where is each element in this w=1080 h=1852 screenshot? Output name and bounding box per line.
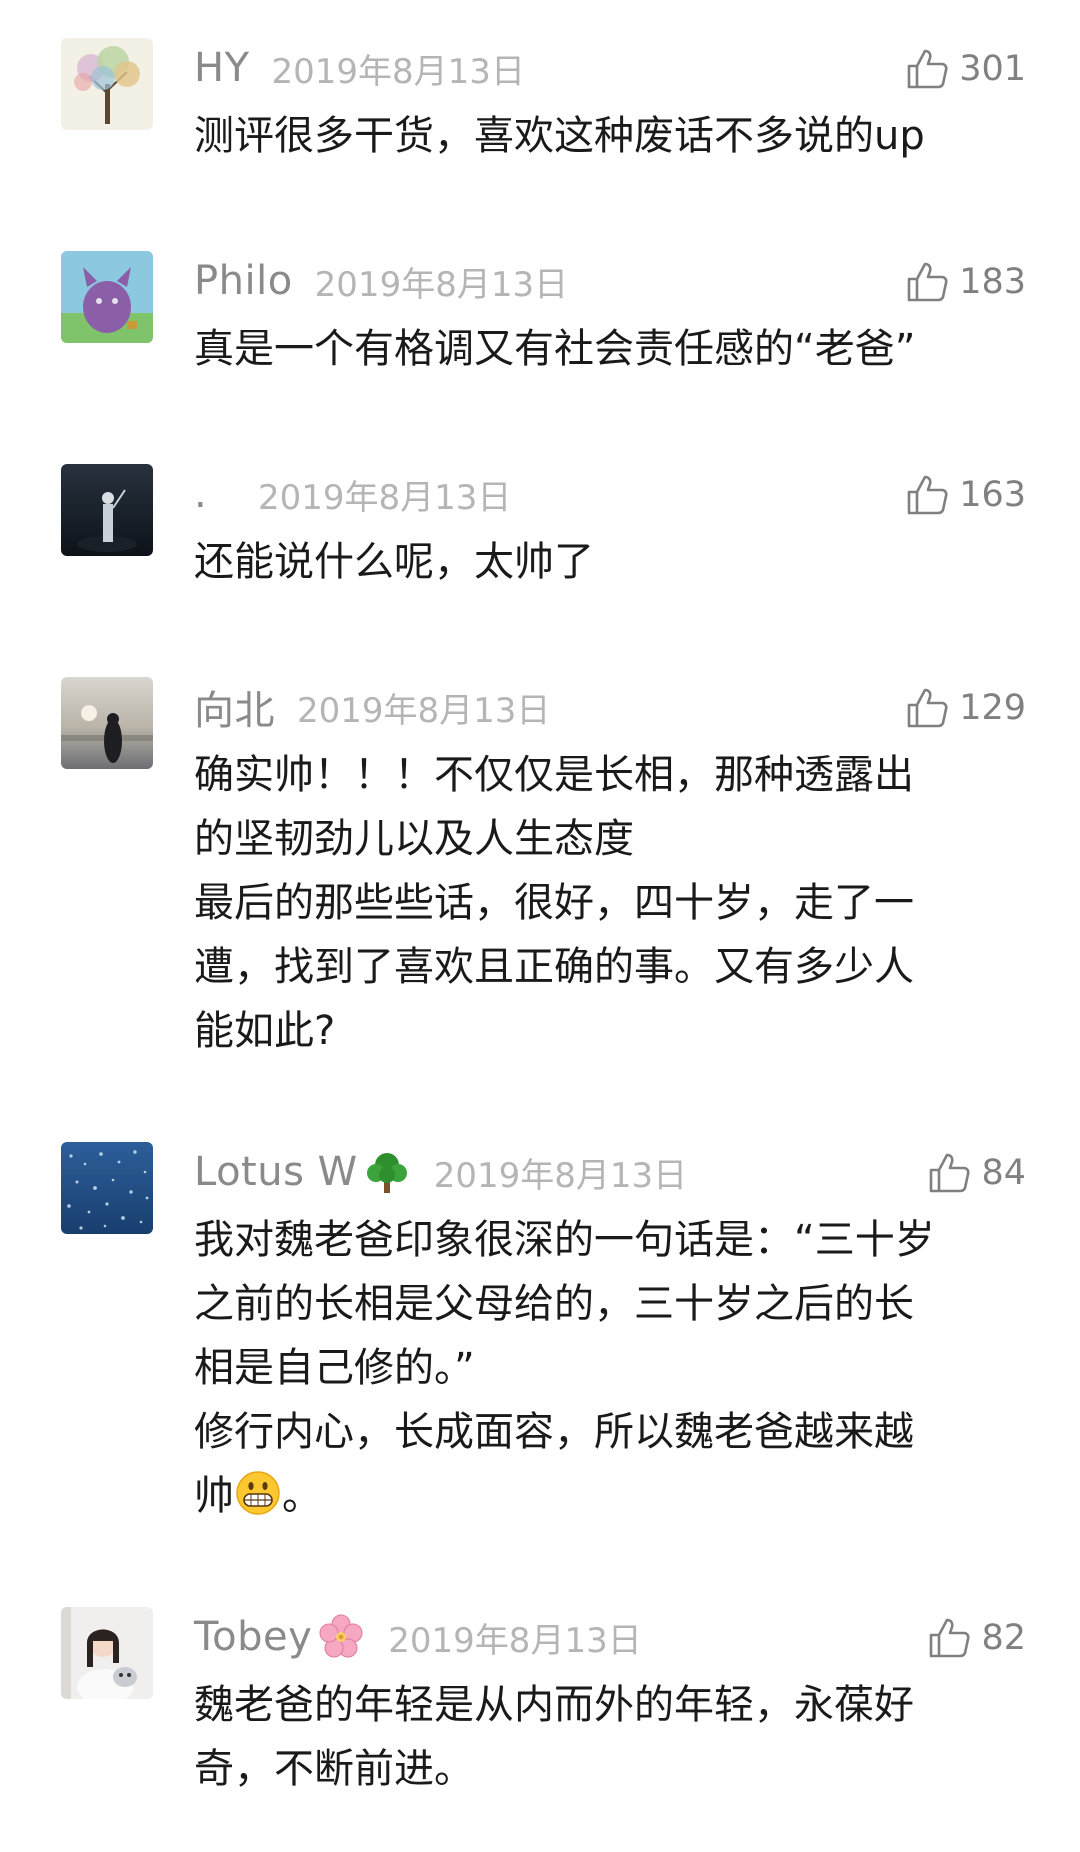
like-count: 183 <box>959 262 1026 302</box>
comment-date: 2019年8月13日 <box>297 690 551 731</box>
comment-line: 修行内心，长成面容，所以魏老爸越来越 <box>194 1409 914 1455</box>
comment-line: 遭，找到了喜欢且正确的事。又有多少人 <box>194 944 914 990</box>
like-count: 82 <box>981 1618 1026 1658</box>
avatar[interactable] <box>61 1142 153 1234</box>
like-button[interactable]: 82 <box>927 1613 1026 1663</box>
comment-line: 相是自己修的。” <box>194 1345 475 1391</box>
avatar[interactable] <box>61 38 153 130</box>
thumbs-up-icon <box>905 47 949 91</box>
comment-line-with-emoji: 帅 。 <box>194 1464 1014 1528</box>
comment-line: 魏老爸的年轻是从内而外的年轻，永葆好 <box>194 1682 914 1728</box>
tree-emoji <box>362 1147 412 1197</box>
username[interactable]: HY <box>194 45 250 91</box>
thumbs-up-icon <box>927 1151 971 1195</box>
like-button[interactable]: 301 <box>905 44 1026 94</box>
username[interactable]: Lotus W <box>194 1149 358 1195</box>
avatar-image <box>61 38 153 130</box>
avatar[interactable] <box>61 1607 153 1699</box>
avatar[interactable] <box>61 677 153 769</box>
comment-date: 2019年8月13日 <box>433 1155 688 1196</box>
comment-date: 2019年8月13日 <box>258 477 512 518</box>
comment-line: 奇，不断前进。 <box>194 1746 474 1792</box>
thumbs-up-icon <box>905 260 949 304</box>
like-count: 301 <box>959 49 1026 89</box>
comment-text: 还能说什么呢，太帅了 <box>194 530 1014 594</box>
avatar[interactable] <box>61 464 153 556</box>
comment-date: 2019年8月13日 <box>271 51 525 92</box>
username[interactable]: . <box>194 471 236 517</box>
comment-text-fragment: 帅 <box>194 1473 234 1519</box>
comment-line: 还能说什么呢，太帅了 <box>194 539 594 585</box>
like-button[interactable]: 84 <box>927 1148 1026 1198</box>
comment-line: 之前的长相是父母给的，三十岁之后的长 <box>194 1281 914 1327</box>
comment-text: 确实帅！！！不仅仅是长相，那种透露出 的坚韧劲儿以及人生态度 最后的那些些话，很… <box>194 743 1014 1063</box>
like-count: 84 <box>981 1153 1026 1193</box>
thumbs-up-icon <box>905 473 949 517</box>
comment-text: 真是一个有格调又有社会责任感的“老爸” <box>194 317 1014 381</box>
comment-meta: Philo 2019年8月13日 <box>194 255 568 307</box>
comment-meta: Tobey 2019年8月13日 <box>194 1611 642 1663</box>
grinning-face-emoji <box>234 1469 282 1517</box>
comment-text: 测评很多干货，喜欢这种废话不多说的up <box>194 104 1014 168</box>
username[interactable]: Tobey <box>194 1614 312 1660</box>
thumbs-up-icon <box>927 1616 971 1660</box>
comment-line: 确实帅！！！不仅仅是长相，那种透露出 <box>194 752 914 798</box>
avatar-image <box>61 251 153 343</box>
comment-list: HY 2019年8月13日 301 测评很多干货，喜欢这种废话不多说的up Ph… <box>0 0 1080 1852</box>
comment-text-fragment: 。 <box>282 1473 322 1519</box>
avatar-image <box>61 1607 153 1699</box>
comment-line: 的坚韧劲儿以及人生态度 <box>194 816 634 862</box>
comment-meta: HY 2019年8月13日 <box>194 42 525 94</box>
like-button[interactable]: 183 <box>905 257 1026 307</box>
comment-meta: 向北 2019年8月13日 <box>194 678 551 736</box>
avatar-image <box>61 464 153 556</box>
comment-line: 测评很多干货，喜欢这种废话不多说的up <box>194 113 925 159</box>
username[interactable]: 向北 <box>194 678 275 736</box>
username[interactable]: Philo <box>194 258 293 304</box>
comment-line: 最后的那些些话，很好，四十岁，走了一 <box>194 880 914 926</box>
like-button[interactable]: 163 <box>905 470 1026 520</box>
like-count: 163 <box>959 475 1026 515</box>
comment-date: 2019年8月13日 <box>314 264 569 305</box>
like-count: 129 <box>959 688 1026 728</box>
comment-text: 魏老爸的年轻是从内而外的年轻，永葆好 奇，不断前进。 <box>194 1673 1014 1801</box>
comment-line: 能如此? <box>194 1008 336 1054</box>
avatar[interactable] <box>61 251 153 343</box>
comment-date: 2019年8月13日 <box>388 1620 642 1661</box>
cherry-blossom-emoji <box>316 1612 366 1662</box>
avatar-image <box>61 677 153 769</box>
comment-line: 我对魏老爸印象很深的一句话是：“三十岁 <box>194 1217 935 1263</box>
like-button[interactable]: 129 <box>905 683 1026 733</box>
comment-meta: . 2019年8月13日 <box>194 468 511 520</box>
avatar-image <box>61 1142 153 1234</box>
comment-text: 我对魏老爸印象很深的一句话是：“三十岁 之前的长相是父母给的，三十岁之后的长 相… <box>194 1208 1014 1528</box>
thumbs-up-icon <box>905 686 949 730</box>
comment-meta: Lotus W 2019年8月13日 <box>194 1146 687 1198</box>
comment-line: 真是一个有格调又有社会责任感的“老爸” <box>194 326 916 372</box>
